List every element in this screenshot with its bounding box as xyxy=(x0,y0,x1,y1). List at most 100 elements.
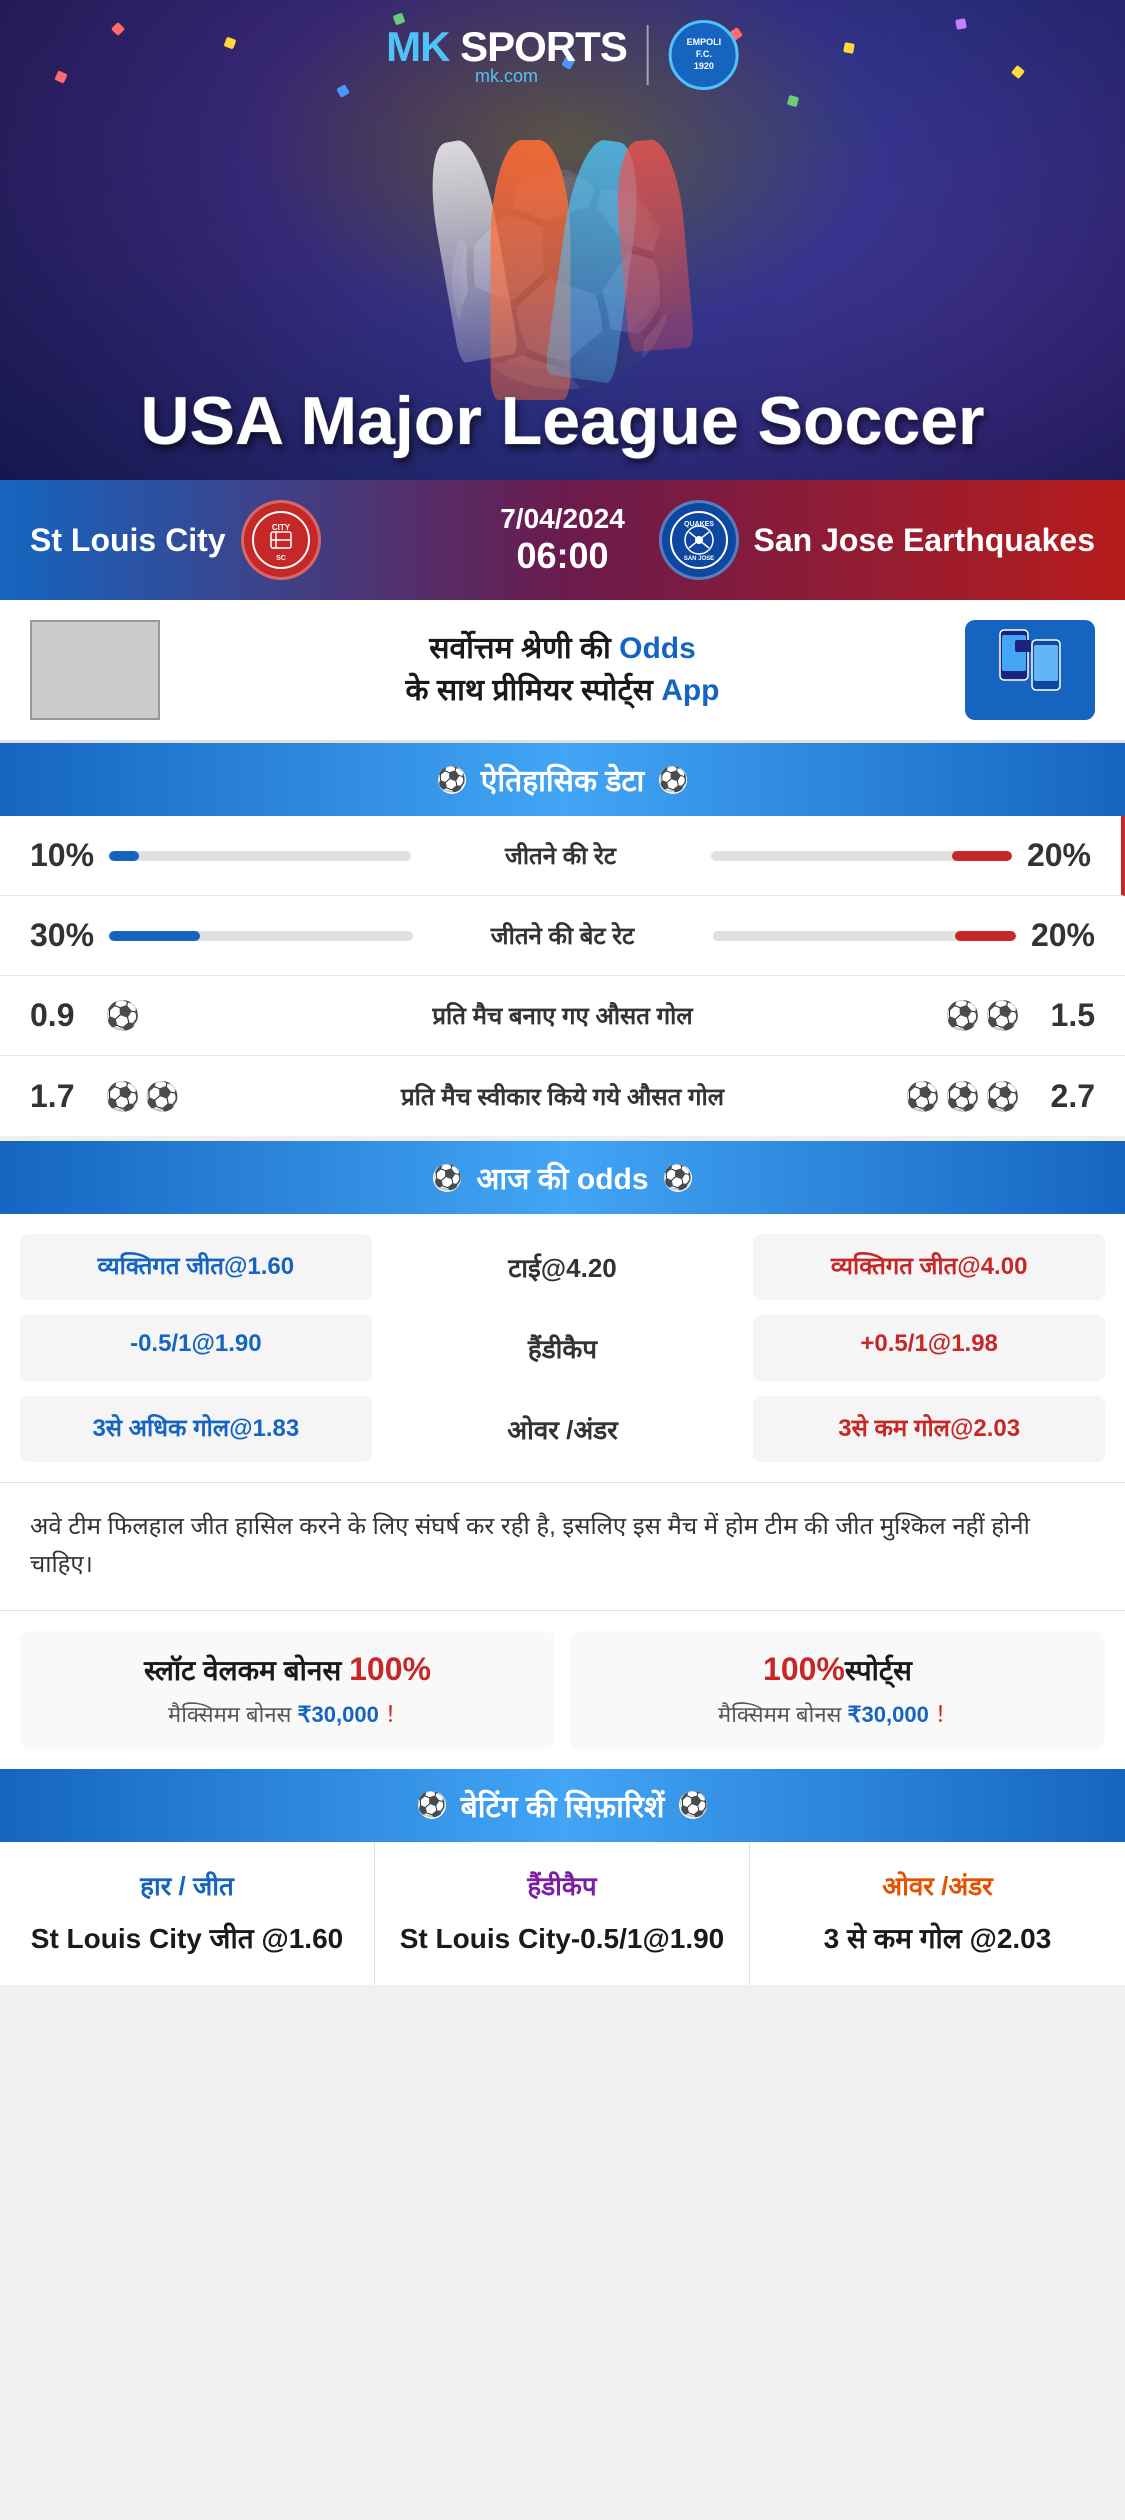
betting-ball-right xyxy=(679,1791,707,1819)
stat-bar-left-betrate xyxy=(109,931,412,941)
home-team-name: St Louis City xyxy=(30,522,226,559)
stat-left-goalsconceded: 1.7 ⚽ ⚽ xyxy=(30,1078,381,1115)
stat-bar-fill-bet-right xyxy=(955,931,1016,941)
stat-bar-fill-right xyxy=(952,851,1012,861)
away-team-name: San Jose Earthquakes xyxy=(754,522,1095,559)
stat-bar-right-winrate xyxy=(711,851,1012,861)
logo-divider xyxy=(647,25,649,85)
odds-cell-handicap-right[interactable]: +0.5/1@1.98 xyxy=(753,1315,1105,1381)
betting-handicap-value: St Louis City-0.5/1@1.90 xyxy=(395,1918,729,1960)
ball-icon-1: ⚽ xyxy=(105,999,140,1032)
promo-text-1: सर्वोत्तम श्रेणी की Odds xyxy=(429,632,696,665)
ball-icons-left-conceded: ⚽ ⚽ xyxy=(105,1080,180,1113)
ball-icon-left xyxy=(438,766,466,794)
stat-left-goalsscored: 0.9 ⚽ xyxy=(30,997,412,1034)
betting-col-overunder: ओवर /अंडर 3 से कम गोल @2.03 xyxy=(750,1842,1125,1985)
odds-ball-left xyxy=(433,1164,461,1192)
match-bar: St Louis City CITY SC 7/04/2024 06:00 QU… xyxy=(0,480,1125,600)
promo-banner[interactable]: सर्वोत्तम श्रेणी की Odds के साथ प्रीमियर… xyxy=(0,600,1125,743)
stat-bar-right-betrate xyxy=(713,931,1016,941)
bonus-card-sports[interactable]: 100%स्पोर्ट्स मैक्सिमम बोनस ₹30,000 ！ xyxy=(570,1631,1105,1749)
betting-col-handicap: हैंडीकैप St Louis City-0.5/1@1.90 xyxy=(375,1842,750,1985)
stat-right-value-winrate: 20% xyxy=(1027,837,1091,874)
betting-ball-left xyxy=(418,1791,446,1819)
header-logo: MK SPORTS mk.com EMPOLIF.C.1920 xyxy=(386,20,739,90)
odds-title: आज की odds xyxy=(476,1157,648,1198)
stat-right-goalsconceded: ⚽ ⚽ ⚽ 2.7 xyxy=(744,1078,1095,1115)
svg-text:SC: SC xyxy=(276,555,286,562)
betting-win-loss-value: St Louis City जीत @1.60 xyxy=(20,1918,354,1960)
bonus-sports-sub: मैक्सिमम बोनस ₹30,000 ！ xyxy=(590,1697,1085,1729)
odds-cell-handicap-label: हैंडीकैप xyxy=(387,1315,739,1381)
home-team: St Louis City CITY SC xyxy=(30,500,470,580)
match-date: 7/04/2024 xyxy=(500,503,625,535)
stat-label-betrate: जीतने की बेट रेट xyxy=(413,919,713,952)
betting-overunder-title: ओवर /अंडर xyxy=(770,1867,1105,1903)
stat-left-value-winrate: 10% xyxy=(30,837,94,874)
stat-row-goalsscored: 0.9 ⚽ प्रति मैच बनाए गए औसत गोल ⚽ ⚽ 1.5 xyxy=(0,976,1125,1056)
svg-text:QUAKES: QUAKES xyxy=(684,521,714,528)
stat-label-goalsconceded: प्रति मैच स्वीकार किये गये औसत गोल xyxy=(381,1080,744,1113)
stat-bar-left-winrate xyxy=(109,851,410,861)
historical-title: ऐतिहासिक डेटा xyxy=(481,759,645,800)
odds-grid: व्यक्तिगत जीत@1.60 टाई@4.20 व्यक्तिगत जी… xyxy=(0,1214,1125,1482)
stat-right-winrate: 20% xyxy=(711,837,1092,874)
odds-cell-under[interactable]: 3से कम गोल@2.03 xyxy=(753,1396,1105,1462)
stat-right-value-goalsconceded: 2.7 xyxy=(1035,1078,1095,1115)
stat-label-goalsscored: प्रति मैच बनाए गए औसत गोल xyxy=(412,999,712,1032)
bonus-slots-sub: मैक्सिमम बोनस ₹30,000 ！ xyxy=(40,1697,535,1729)
stat-right-value-betrate: 20% xyxy=(1031,917,1095,954)
ball-icon-rc3: ⚽ xyxy=(985,1080,1020,1113)
bonus-sports-title: 100%स्पोर्ट्स xyxy=(590,1651,1085,1689)
ball-icon-right xyxy=(659,766,687,794)
ball-icons-right-conceded: ⚽ ⚽ ⚽ xyxy=(905,1080,1020,1113)
odds-section-wrapper: आज की odds व्यक्तिगत जीत@1.60 टाई@4.20 व… xyxy=(0,1141,1125,1482)
odds-cell-handicap-left[interactable]: -0.5/1@1.90 xyxy=(20,1315,372,1381)
betting-grid: हार / जीत St Louis City जीत @1.60 हैंडीक… xyxy=(0,1842,1125,1985)
bonus-section[interactable]: स्लॉट वेलकम बोनस 100% मैक्सिमम बोनस ₹30,… xyxy=(0,1610,1125,1769)
stat-left-betrate: 30% xyxy=(30,917,413,954)
stat-left-value-goalsconceded: 1.7 xyxy=(30,1078,90,1115)
away-team-logo: QUAKES SAN JOSE xyxy=(659,500,739,580)
ball-icons-left-scored: ⚽ xyxy=(105,999,140,1032)
svg-text:CITY: CITY xyxy=(271,523,290,532)
header-banner: MK SPORTS mk.com EMPOLIF.C.1920 ⚽ USA Ma… xyxy=(0,0,1125,480)
stat-left-winrate: 10% xyxy=(30,837,411,874)
away-team: QUAKES SAN JOSE San Jose Earthquakes xyxy=(655,500,1095,580)
home-team-logo: CITY SC xyxy=(241,500,321,580)
stat-right-value-goalsscored: 1.5 xyxy=(1035,997,1095,1034)
historical-section-header: ऐतिहासिक डेटा xyxy=(0,743,1125,816)
bonus-card-slots[interactable]: स्लॉट वेलकम बोनस 100% मैक्सिमम बोनस ₹30,… xyxy=(20,1631,555,1749)
promo-app-highlight: App xyxy=(661,674,719,707)
promo-phone-mockup xyxy=(965,620,1095,720)
odds-ball-right xyxy=(664,1164,692,1192)
ball-icon-rc1: ⚽ xyxy=(905,1080,940,1113)
stat-row-goalsconceded: 1.7 ⚽ ⚽ प्रति मैच स्वीकार किये गये औसत ग… xyxy=(0,1056,1125,1136)
analysis-text: अवे टीम फिलहाल जीत हासिल करने के लिए संघ… xyxy=(0,1482,1125,1610)
match-center: 7/04/2024 06:00 xyxy=(470,503,655,577)
ball-icons-right-scored: ⚽ ⚽ xyxy=(945,999,1020,1032)
bonus-slots-exclaim: ！ xyxy=(385,1702,407,1727)
odds-cell-home-win[interactable]: व्यक्तिगत जीत@1.60 xyxy=(20,1234,372,1300)
betting-section-header: बेटिंग की सिफ़ारिशें xyxy=(0,1769,1125,1842)
stat-row-winrate: 10% जीतने की रेट 20% xyxy=(0,816,1125,896)
odds-cell-over[interactable]: 3से अधिक गोल@1.83 xyxy=(20,1396,372,1462)
ball-icon-c1: ⚽ xyxy=(105,1080,140,1113)
promo-odds-highlight: Odds xyxy=(619,632,696,665)
odds-cell-tie[interactable]: टाई@4.20 xyxy=(387,1234,739,1300)
betting-title: बेटिंग की सिफ़ारिशें xyxy=(461,1785,665,1826)
ball-icon-rc2: ⚽ xyxy=(945,1080,980,1113)
bonus-sports-percent: 100% xyxy=(763,1651,845,1687)
bonus-slots-text: स्लॉट वेलकम बोनस xyxy=(144,1655,349,1686)
bonus-sports-amount: ₹30,000 xyxy=(848,1702,929,1727)
betting-rec-section: बेटिंग की सिफ़ारिशें हार / जीत St Louis … xyxy=(0,1769,1125,1985)
betting-col-win-loss: हार / जीत St Louis City जीत @1.60 xyxy=(0,1842,375,1985)
ball-icon-r2: ⚽ xyxy=(985,999,1020,1032)
promo-placeholder-image xyxy=(30,620,160,720)
ball-icon-r1: ⚽ xyxy=(945,999,980,1032)
stat-bar-fill-bet-left xyxy=(109,931,200,941)
mk-sports-branding: MK SPORTS mk.com xyxy=(386,23,627,87)
stats-table: 10% जीतने की रेट 20% 30% जीतने की बेट रे… xyxy=(0,816,1125,1136)
odds-cell-away-win[interactable]: व्यक्तिगत जीत@4.00 xyxy=(753,1234,1105,1300)
stat-left-value-goalsscored: 0.9 xyxy=(30,997,90,1034)
